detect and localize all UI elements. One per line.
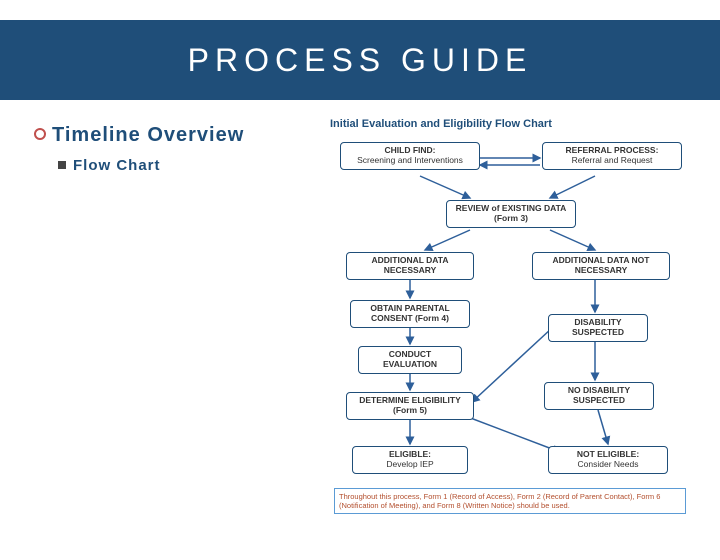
box-heading: ADDITIONAL DATA NOT NECESSARY [537, 256, 665, 276]
box-sub: Referral and Request [572, 155, 653, 165]
box-sub: Screening and Interventions [357, 155, 463, 165]
box-heading: NO DISABILITY SUSPECTED [549, 386, 649, 406]
box-conduct: CONDUCT EVALUATION [358, 346, 462, 374]
process-note: Throughout this process, Form 1 (Record … [334, 488, 686, 514]
box-heading: REVIEW of EXISTING DATA (Form 3) [451, 204, 571, 224]
box-heading: ADDITIONAL DATA NECESSARY [351, 256, 469, 276]
ring-bullet-icon [34, 128, 46, 140]
box-consent: OBTAIN PARENTAL CONSENT (Form 4) [350, 300, 470, 328]
box-referral: REFERRAL PROCESS: Referral and Request [542, 142, 682, 170]
title-bar: PROCESS GUIDE [0, 20, 720, 100]
box-sub: Consider Needs [578, 459, 639, 469]
bullet-main-text: Timeline Overview [52, 124, 244, 146]
box-additional-not-needed: ADDITIONAL DATA NOT NECESSARY [532, 252, 670, 280]
box-determine: DETERMINE ELIGIBILITY (Form 5) [346, 392, 474, 420]
box-disability-suspected: DISABILITY SUSPECTED [548, 314, 648, 342]
box-no-disability-suspected: NO DISABILITY SUSPECTED [544, 382, 654, 410]
flowchart-area: Initial Evaluation and Eligibility Flow … [330, 118, 700, 538]
box-heading: DETERMINE ELIGIBILITY (Form 5) [351, 396, 469, 416]
box-review: REVIEW of EXISTING DATA (Form 3) [446, 200, 576, 228]
bullet-main: Timeline Overview [34, 124, 324, 147]
box-not-eligible: NOT ELIGIBLE: Consider Needs [548, 446, 668, 474]
box-sub: Develop IEP [386, 459, 433, 469]
box-eligible: ELIGIBLE: Develop IEP [352, 446, 468, 474]
box-heading: CONDUCT EVALUATION [363, 350, 457, 370]
square-bullet-icon [58, 161, 66, 169]
left-column: Timeline Overview Flow Chart [34, 118, 324, 538]
flowchart-title: Initial Evaluation and Eligibility Flow … [330, 118, 700, 130]
box-heading: DISABILITY SUSPECTED [553, 318, 643, 338]
box-child-find: CHILD FIND: Screening and Interventions [340, 142, 480, 170]
bullet-sub: Flow Chart [34, 157, 324, 174]
box-additional-needed: ADDITIONAL DATA NECESSARY [346, 252, 474, 280]
page-title: PROCESS GUIDE [188, 42, 533, 79]
bullet-sub-text: Flow Chart [73, 157, 161, 174]
box-heading: OBTAIN PARENTAL CONSENT (Form 4) [355, 304, 465, 324]
